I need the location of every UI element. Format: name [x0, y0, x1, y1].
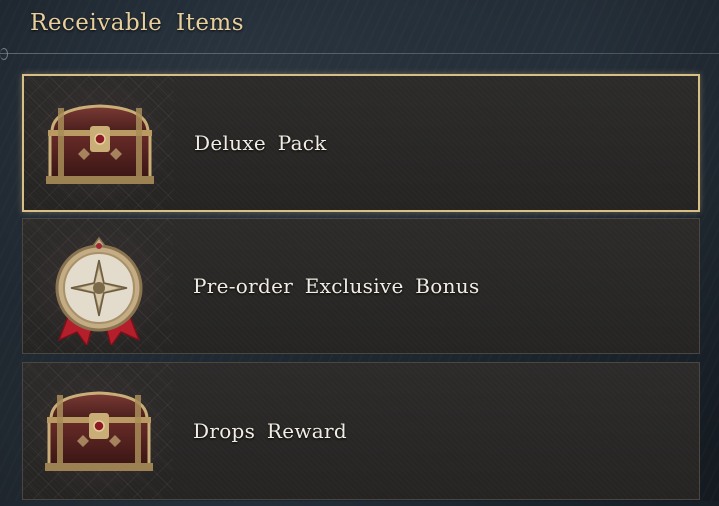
medal-icon [55, 236, 143, 345]
item-deluxe-pack[interactable]: Deluxe Pack [22, 74, 700, 212]
treasure-chest-icon [45, 391, 153, 471]
item-pre-order-bonus[interactable]: Pre-order Exclusive Bonus [22, 218, 700, 354]
treasure-chest-icon [46, 104, 154, 184]
item-label: Drops Reward [193, 419, 347, 443]
header-ornament [0, 48, 8, 60]
item-label: Pre-order Exclusive Bonus [193, 274, 480, 298]
header: Receivable Items [0, 0, 719, 60]
header-divider [0, 53, 719, 54]
page-title: Receivable Items [30, 10, 245, 36]
receivable-items-list: Deluxe Pack Pre-order Exclusive Bonus Dr… [22, 74, 700, 506]
item-label: Deluxe Pack [194, 131, 327, 155]
item-drops-reward[interactable]: Drops Reward [22, 362, 700, 500]
